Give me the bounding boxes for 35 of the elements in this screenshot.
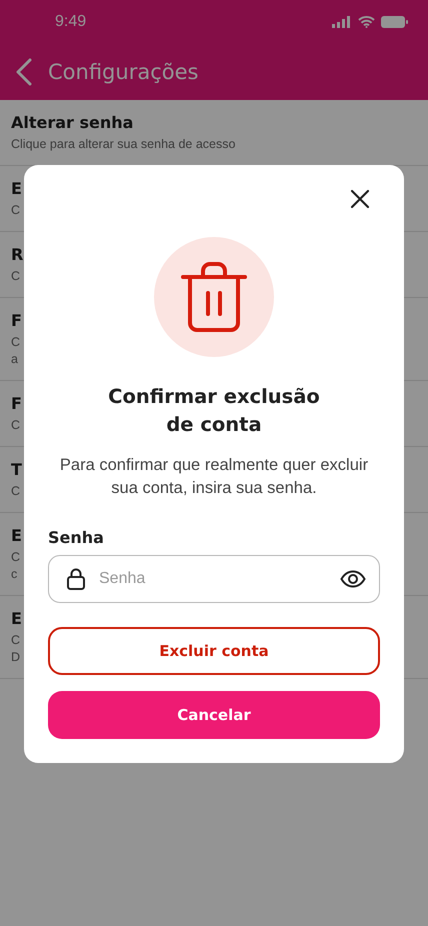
screen-title: Configurações [48,60,198,84]
setting-description: Clique para alterar sua senha de acesso [11,137,236,151]
dialog-message: Para confirmar que realmente quer excluir sua conta, insira sua senha. [58,455,370,499]
setting-description: C [11,418,20,432]
eye-icon[interactable] [340,570,366,588]
battery-icon [381,16,408,28]
setting-title: E [11,179,22,198]
setting-description: C [11,550,20,564]
wifi-icon [358,16,375,28]
trash-icon [181,261,247,333]
setting-description: C [11,269,20,283]
setting-title: T [11,460,22,479]
setting-description: C [11,335,20,349]
setting-description: c [11,567,18,581]
dialog-title: Confirmar exclusão de conta [107,384,321,438]
setting-description: C [11,203,20,217]
back-icon[interactable] [14,58,34,86]
password-field[interactable]: Senha [48,555,380,603]
delete-account-button[interactable]: Excluir conta [48,627,380,675]
cancel-button[interactable]: Cancelar [48,691,380,739]
close-icon[interactable] [348,187,372,211]
setting-description: C [11,484,20,498]
setting-title: F [11,394,22,413]
field-label: Senha [48,528,104,547]
setting-title: F [11,311,22,330]
status-time: 9:49 [55,13,86,31]
signal-icon [332,16,352,28]
setting-title: E [11,609,22,628]
setting-description: C [11,633,20,647]
setting-title: E [11,526,22,545]
setting-description: D [11,650,20,664]
setting-description: a [11,352,18,366]
setting-title: R [11,245,24,264]
lock-icon [66,568,86,590]
setting-title: Alterar senha [11,113,134,132]
